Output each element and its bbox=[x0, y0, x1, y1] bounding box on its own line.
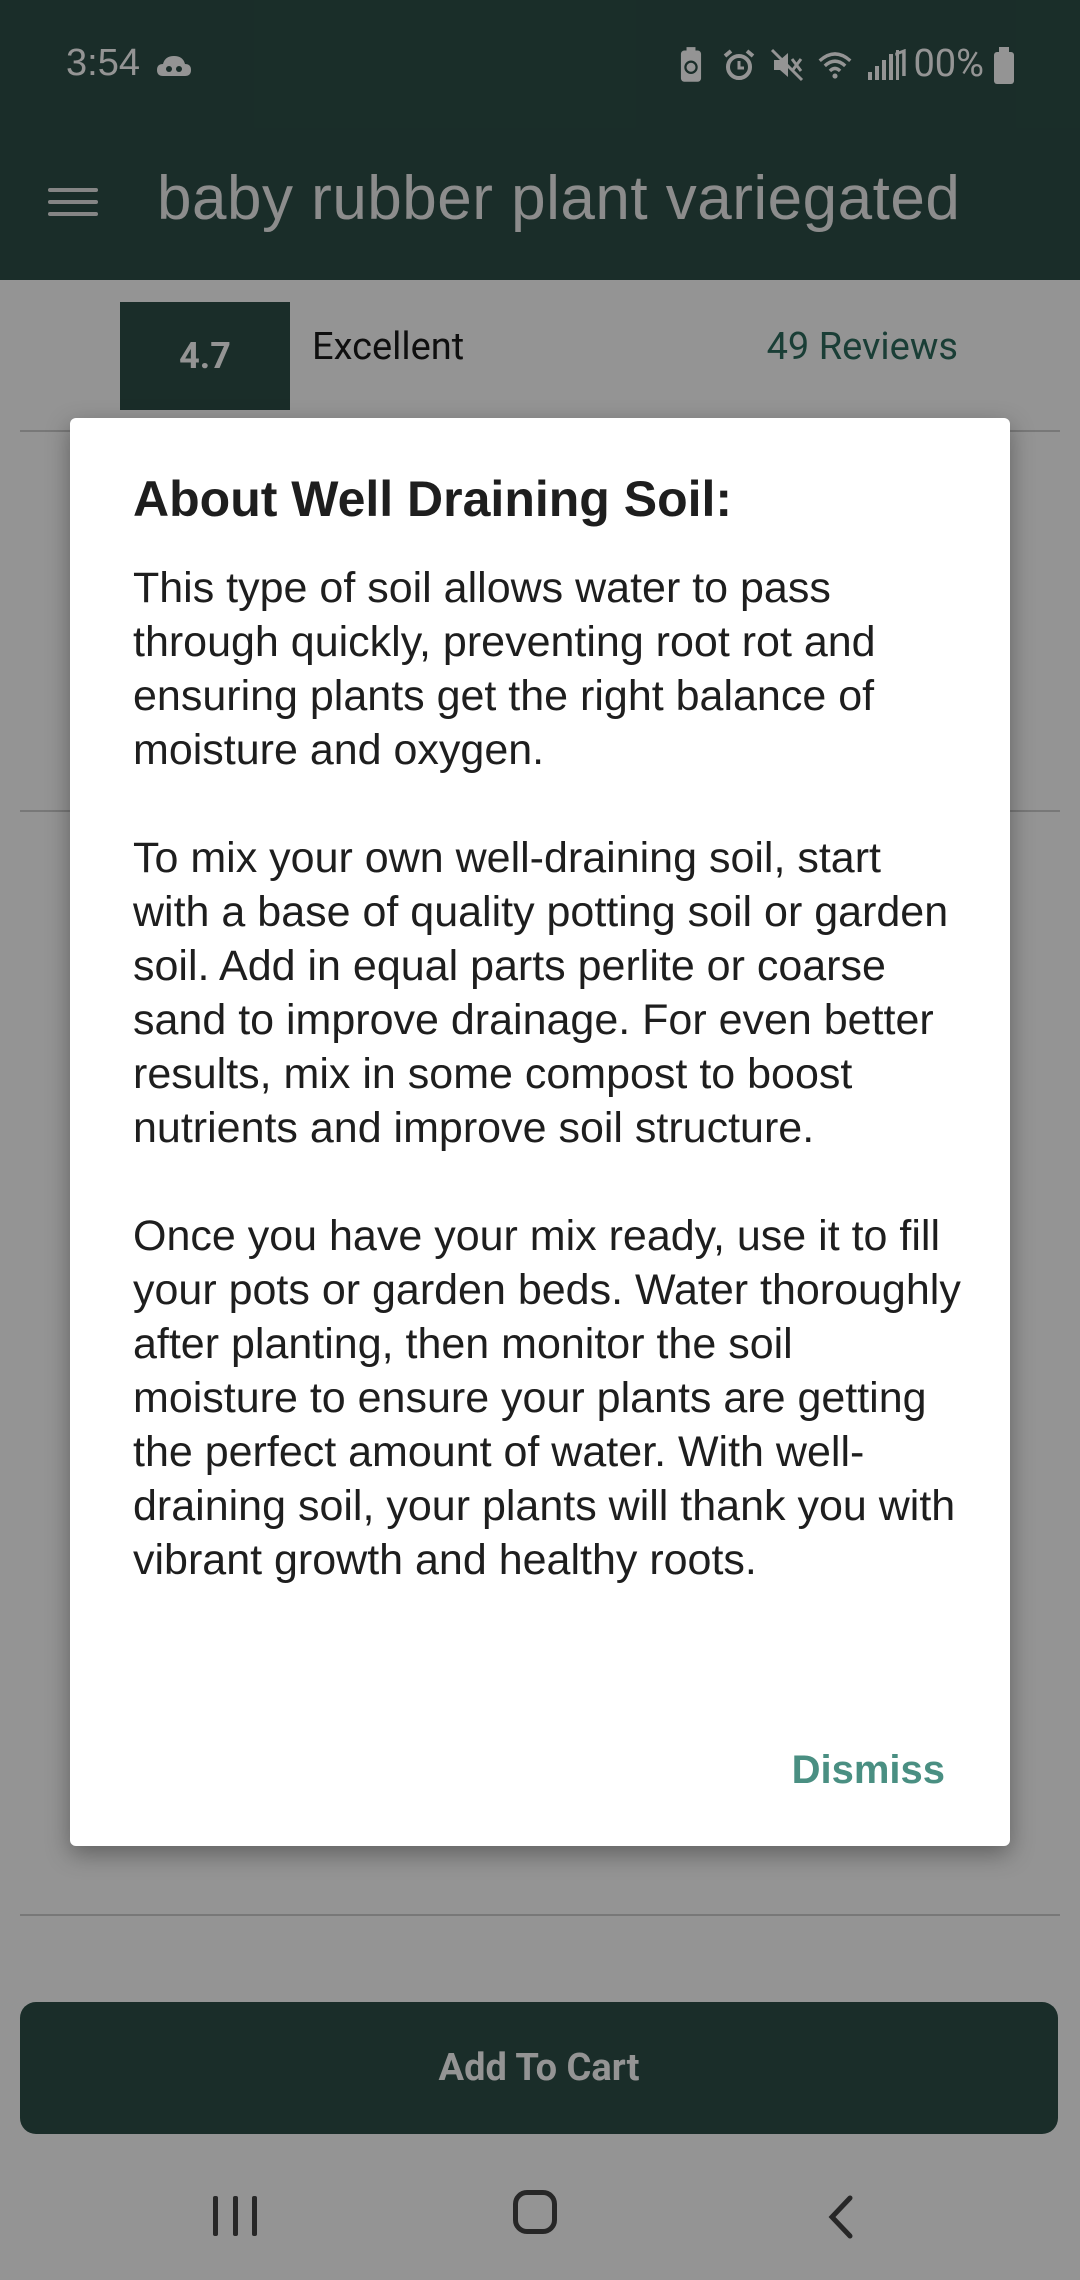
dismiss-button[interactable]: Dismiss bbox=[792, 1748, 945, 1793]
dialog-body: This type of soil allows water to pass t… bbox=[133, 564, 961, 1584]
info-dialog: About Well Draining Soil: This type of s… bbox=[70, 418, 1010, 1846]
dialog-title: About Well Draining Soil: bbox=[133, 471, 733, 527]
